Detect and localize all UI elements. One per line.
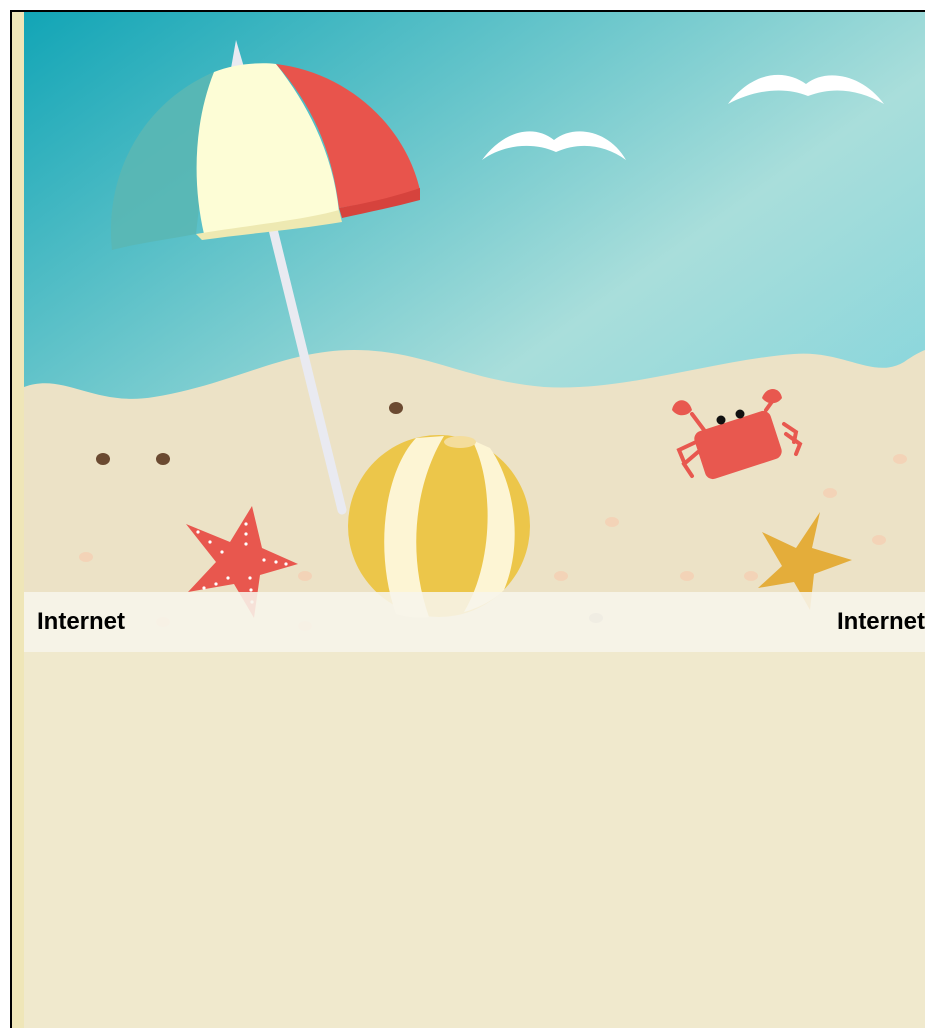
beach-ball-icon: [348, 435, 530, 618]
label-bar: [24, 592, 925, 652]
beach-illustration: [24, 12, 925, 652]
internet-label-right: Internet: [836, 608, 925, 635]
left-strip: [12, 12, 24, 1028]
beach-banner: Internet Internet: [24, 12, 925, 652]
internet-label-left: Internet: [37, 608, 126, 635]
app-frame: Internet Internet: [10, 10, 925, 1028]
